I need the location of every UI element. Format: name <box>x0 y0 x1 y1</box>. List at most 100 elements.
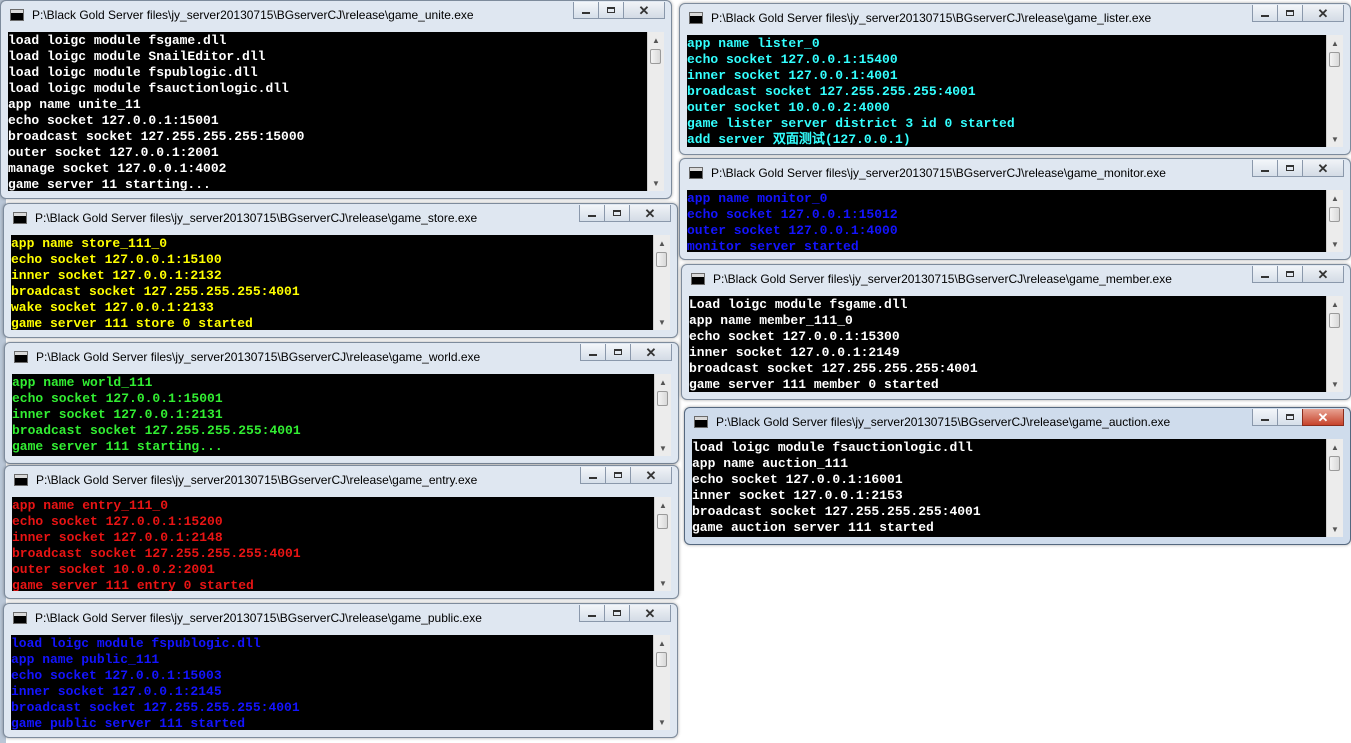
title-bar[interactable]: P:\Black Gold Server files\jy_server2013… <box>680 159 1350 189</box>
vertical-scrollbar[interactable]: ▲ ▼ <box>1326 439 1343 537</box>
console-window-store[interactable]: P:\Black Gold Server files\jy_server2013… <box>3 203 678 338</box>
vertical-scrollbar[interactable]: ▲ ▼ <box>1326 296 1343 392</box>
console-window-member[interactable]: P:\Black Gold Server files\jy_server2013… <box>681 264 1351 400</box>
close-button[interactable]: ✕ <box>1302 160 1344 177</box>
scroll-down-arrow-icon[interactable]: ▼ <box>654 314 670 330</box>
title-bar[interactable]: P:\Black Gold Server files\jy_server2013… <box>4 604 677 634</box>
console-output[interactable]: app name world_111 echo socket 127.0.0.1:… <box>12 374 671 456</box>
title-bar[interactable]: P:\Black Gold Server files\jy_server2013… <box>682 265 1350 295</box>
minimize-button[interactable] <box>579 605 605 622</box>
vertical-scrollbar[interactable]: ▲ ▼ <box>653 235 670 330</box>
maximize-button[interactable] <box>604 605 630 622</box>
console-app-icon[interactable] <box>694 416 708 428</box>
console-app-icon[interactable] <box>14 351 28 363</box>
minimize-button[interactable] <box>580 344 606 361</box>
scroll-down-arrow-icon[interactable]: ▼ <box>655 440 671 456</box>
maximize-button[interactable] <box>598 2 624 19</box>
close-button[interactable]: ✕ <box>1302 266 1344 283</box>
close-button[interactable]: ✕ <box>629 205 671 222</box>
console-window-unite[interactable]: P:\Black Gold Server files\jy_server2013… <box>0 0 672 199</box>
console-window-entry[interactable]: P:\Black Gold Server files\jy_server2013… <box>4 465 679 599</box>
vertical-scrollbar[interactable]: ▲ ▼ <box>647 32 664 191</box>
title-bar[interactable]: P:\Black Gold Server files\jy_server2013… <box>4 204 677 234</box>
console-window-auction[interactable]: P:\Black Gold Server files\jy_server2013… <box>684 407 1351 545</box>
close-button[interactable]: ✕ <box>623 2 665 19</box>
scroll-thumb[interactable] <box>650 49 661 64</box>
title-bar[interactable]: P:\Black Gold Server files\jy_server2013… <box>5 466 678 496</box>
console-window-monitor[interactable]: P:\Black Gold Server files\jy_server2013… <box>679 158 1351 260</box>
console-window-public[interactable]: P:\Black Gold Server files\jy_server2013… <box>3 603 678 738</box>
close-button[interactable]: ✕ <box>630 467 672 484</box>
vertical-scrollbar[interactable]: ▲ ▼ <box>654 497 671 591</box>
maximize-button[interactable] <box>605 467 631 484</box>
maximize-button[interactable] <box>1277 266 1303 283</box>
scroll-thumb[interactable] <box>656 252 667 267</box>
console-output[interactable]: load loigc module fsauctionlogic.dll app … <box>692 439 1343 537</box>
scroll-up-arrow-icon[interactable]: ▲ <box>1327 439 1343 455</box>
vertical-scrollbar[interactable]: ▲ ▼ <box>1326 35 1343 147</box>
scroll-up-arrow-icon[interactable]: ▲ <box>655 374 671 390</box>
vertical-scrollbar[interactable]: ▲ ▼ <box>653 635 670 730</box>
maximize-button[interactable] <box>1277 409 1303 426</box>
scroll-down-arrow-icon[interactable]: ▼ <box>655 575 671 591</box>
scroll-down-arrow-icon[interactable]: ▼ <box>654 714 670 730</box>
scroll-up-arrow-icon[interactable]: ▲ <box>1327 296 1343 312</box>
scroll-down-arrow-icon[interactable]: ▼ <box>1327 236 1343 252</box>
vertical-scrollbar[interactable]: ▲ ▼ <box>654 374 671 456</box>
scroll-thumb[interactable] <box>656 652 667 667</box>
scroll-thumb[interactable] <box>657 391 668 406</box>
title-bar[interactable]: P:\Black Gold Server files\jy_server2013… <box>685 408 1350 438</box>
maximize-button[interactable] <box>605 344 631 361</box>
scroll-up-arrow-icon[interactable]: ▲ <box>1327 35 1343 51</box>
vertical-scrollbar[interactable]: ▲ ▼ <box>1326 190 1343 252</box>
maximize-button[interactable] <box>1277 5 1303 22</box>
close-button[interactable]: ✕ <box>1302 409 1344 426</box>
console-app-icon[interactable] <box>689 167 703 179</box>
console-app-icon[interactable] <box>691 273 705 285</box>
minimize-button[interactable] <box>573 2 599 19</box>
scroll-thumb[interactable] <box>1329 456 1340 471</box>
minimize-button[interactable] <box>1252 266 1278 283</box>
console-output[interactable]: load loigc module fspublogic.dll app name… <box>11 635 670 730</box>
close-button[interactable]: ✕ <box>630 344 672 361</box>
title-bar[interactable]: P:\Black Gold Server files\jy_server2013… <box>5 343 678 373</box>
scroll-up-arrow-icon[interactable]: ▲ <box>654 235 670 251</box>
console-output[interactable]: load loigc module fsgame.dll load loigc m… <box>8 32 664 191</box>
close-button[interactable]: ✕ <box>629 605 671 622</box>
console-window-lister[interactable]: P:\Black Gold Server files\jy_server2013… <box>679 3 1351 155</box>
console-output[interactable]: Load loigc module fsgame.dll app name mem… <box>689 296 1343 392</box>
scroll-down-arrow-icon[interactable]: ▼ <box>1327 521 1343 537</box>
scroll-thumb[interactable] <box>1329 313 1340 328</box>
console-output[interactable]: app name monitor_0 echo socket 127.0.0.1:… <box>687 190 1343 252</box>
scroll-thumb[interactable] <box>1329 52 1340 67</box>
scroll-down-arrow-icon[interactable]: ▼ <box>1327 131 1343 147</box>
console-output[interactable]: app name store_111_0 echo socket 127.0.0.… <box>11 235 670 330</box>
console-window-world[interactable]: P:\Black Gold Server files\jy_server2013… <box>4 342 679 464</box>
minimize-button[interactable] <box>1252 409 1278 426</box>
title-bar[interactable]: P:\Black Gold Server files\jy_server2013… <box>1 1 671 31</box>
minimize-button[interactable] <box>579 205 605 222</box>
scroll-up-arrow-icon[interactable]: ▲ <box>648 32 664 48</box>
console-output[interactable]: app name entry_111_0 echo socket 127.0.0.… <box>12 497 671 591</box>
console-app-icon[interactable] <box>13 212 27 224</box>
title-bar[interactable]: P:\Black Gold Server files\jy_server2013… <box>680 4 1350 34</box>
close-button[interactable]: ✕ <box>1302 5 1344 22</box>
console-app-icon[interactable] <box>13 612 27 624</box>
minimize-button[interactable] <box>1252 5 1278 22</box>
maximize-button[interactable] <box>604 205 630 222</box>
scroll-down-arrow-icon[interactable]: ▼ <box>648 175 664 191</box>
console-app-icon[interactable] <box>14 474 28 486</box>
window-controls: ✕ <box>580 344 672 362</box>
scroll-thumb[interactable] <box>1329 207 1340 222</box>
console-app-icon[interactable] <box>10 9 24 21</box>
minimize-button[interactable] <box>1252 160 1278 177</box>
scroll-up-arrow-icon[interactable]: ▲ <box>1327 190 1343 206</box>
scroll-up-arrow-icon[interactable]: ▲ <box>655 497 671 513</box>
console-output[interactable]: app name lister_0 echo socket 127.0.0.1:1… <box>687 35 1343 147</box>
console-app-icon[interactable] <box>689 12 703 24</box>
scroll-down-arrow-icon[interactable]: ▼ <box>1327 376 1343 392</box>
scroll-thumb[interactable] <box>657 514 668 529</box>
minimize-button[interactable] <box>580 467 606 484</box>
maximize-button[interactable] <box>1277 160 1303 177</box>
scroll-up-arrow-icon[interactable]: ▲ <box>654 635 670 651</box>
